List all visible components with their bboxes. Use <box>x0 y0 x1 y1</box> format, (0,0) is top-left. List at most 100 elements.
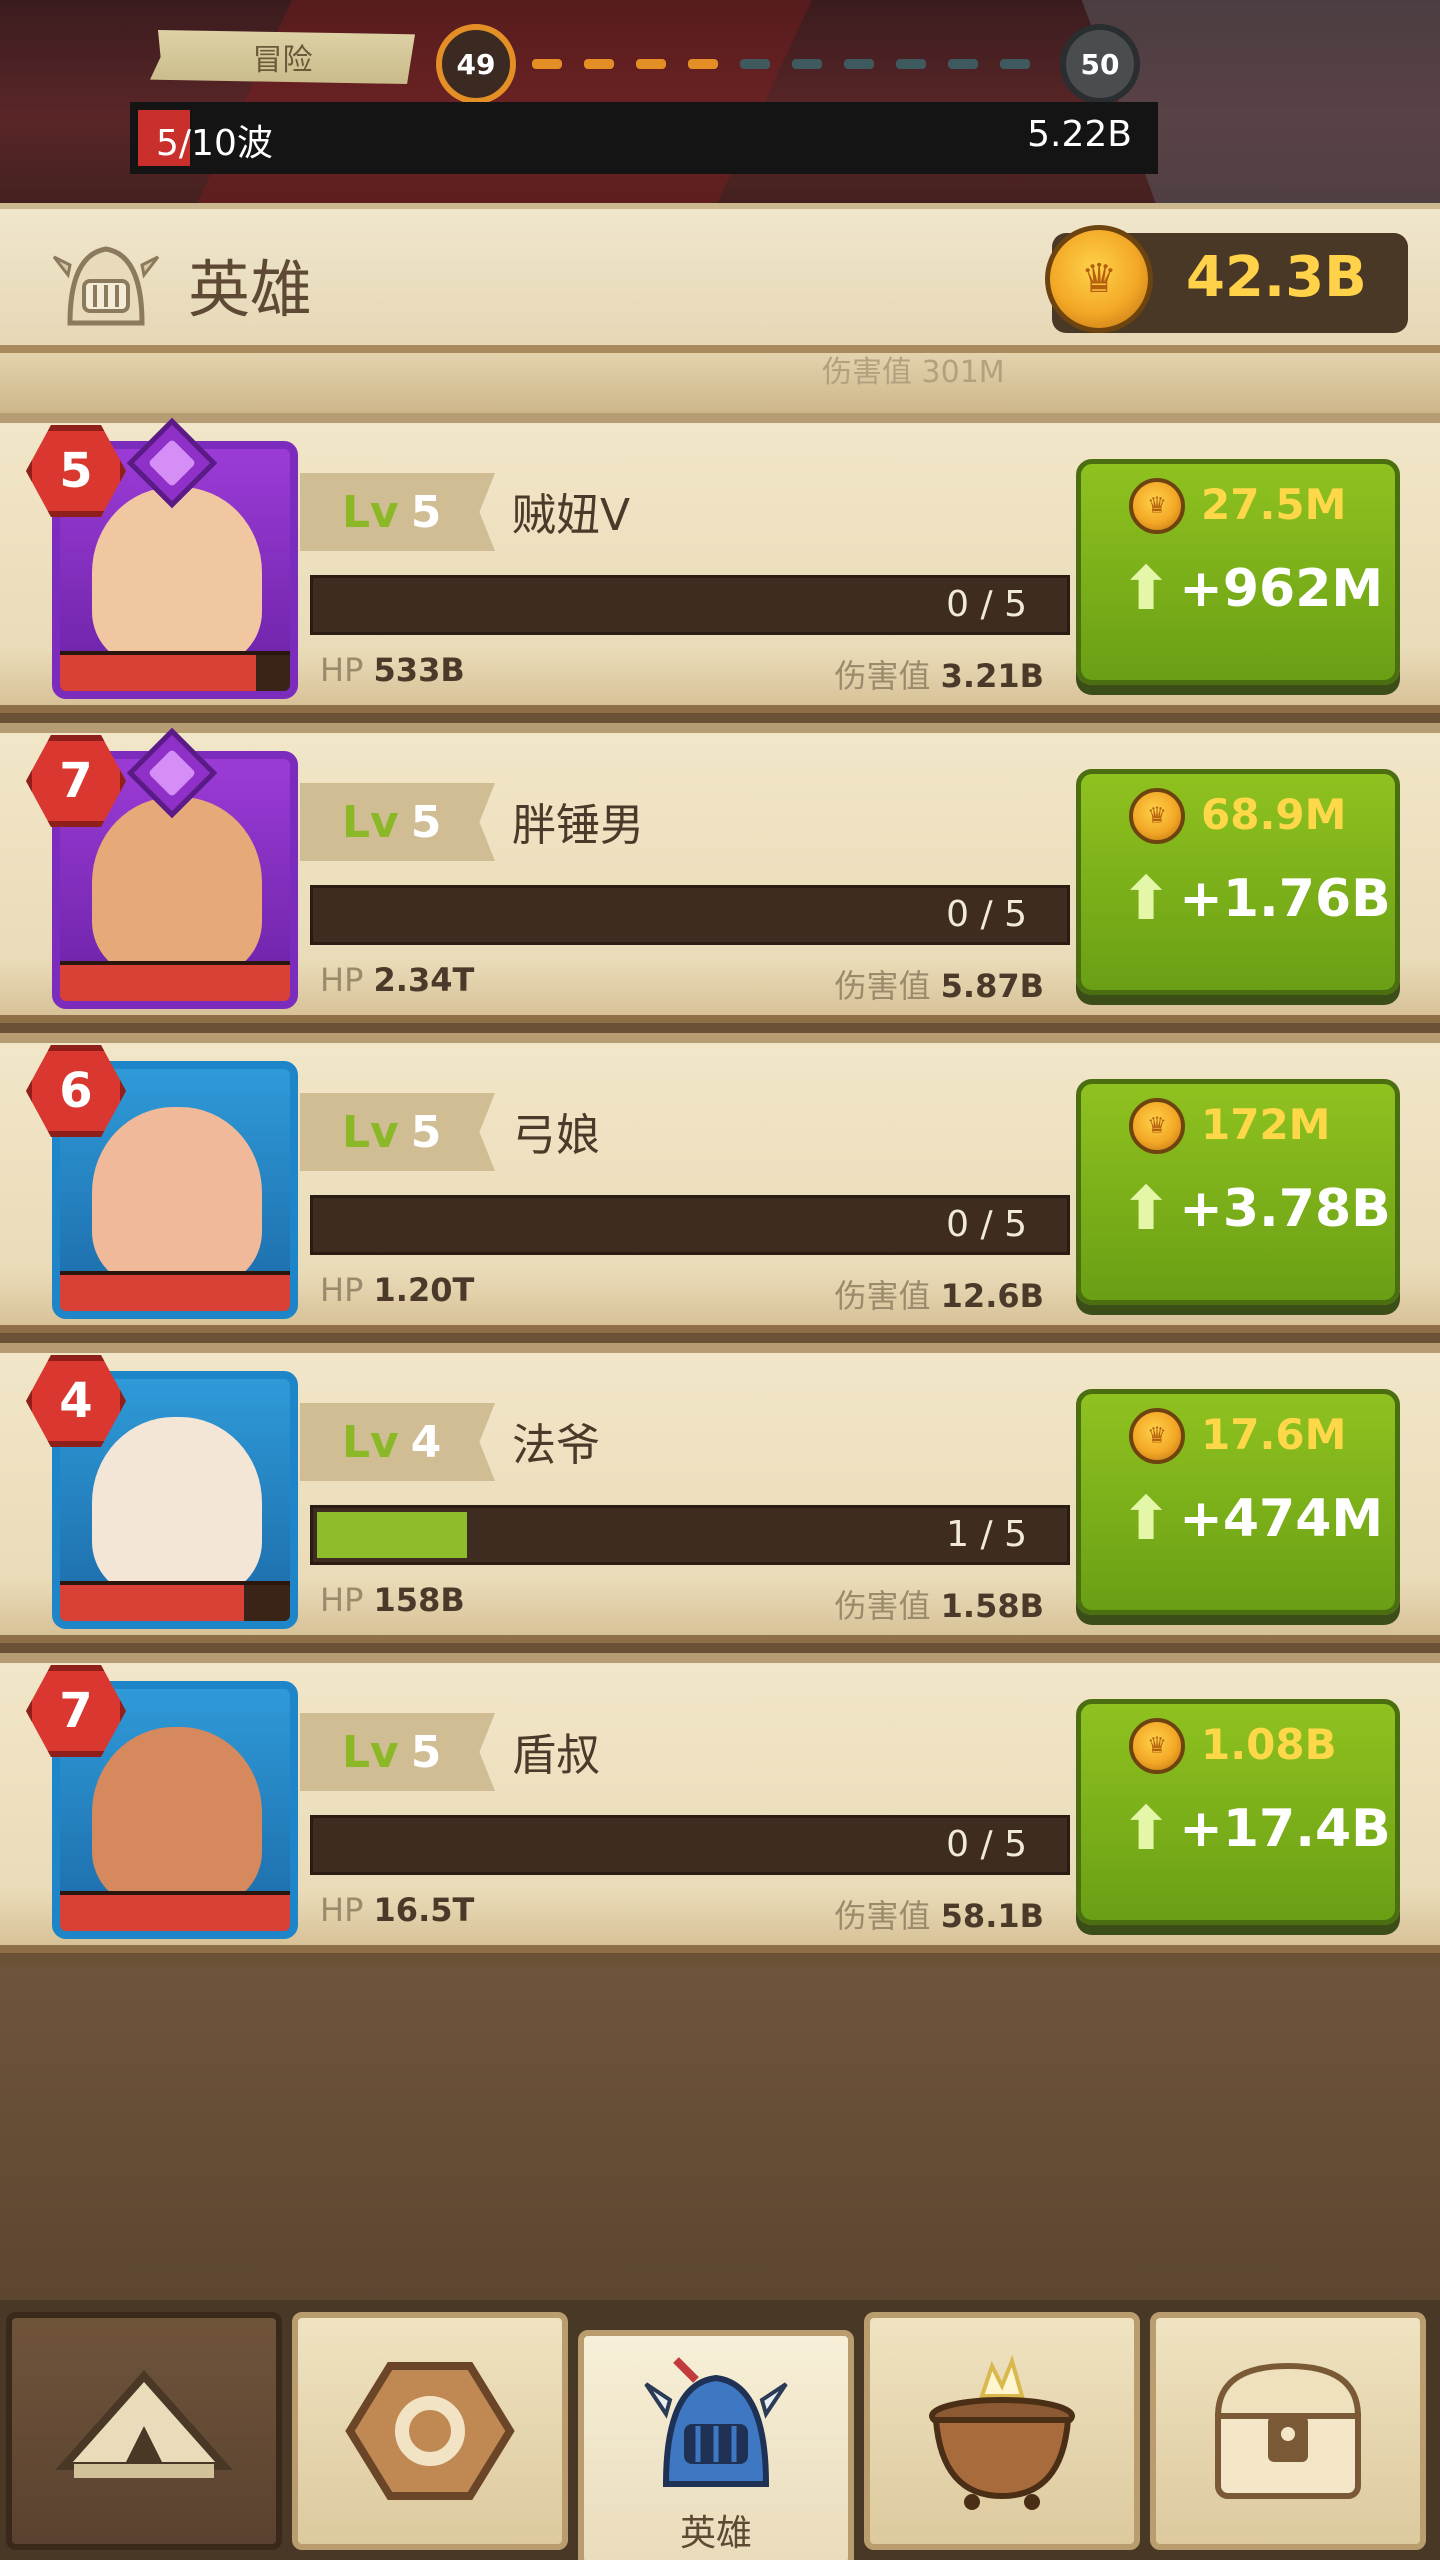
stage-path-dash <box>844 59 874 69</box>
upgrade-button[interactable]: ♛ 27.5M ⬆ +962M <box>1076 459 1400 685</box>
hero-hp-stat: HP 533B <box>320 651 465 689</box>
gold-coin-icon: ♛ <box>1129 478 1185 534</box>
hero-row[interactable]: 7 Lv 5 盾叔 0 / 5 HP 16.5T 伤害值 58.1B ♛ 1.08… <box>0 1653 1440 1953</box>
hero-health-bar <box>60 651 290 691</box>
level-tag: Lv 4 <box>300 1403 495 1481</box>
hero-name: 弓娘 <box>512 1110 600 1161</box>
upgrade-button[interactable]: ♛ 172M ⬆ +3.78B <box>1076 1079 1400 1305</box>
tab-heroes-label: 英雄 <box>679 2513 752 2554</box>
upgrade-gain: ⬆ +17.4B <box>1121 1794 1391 1864</box>
wave-progress-bar: 5/10波 5.22B <box>130 102 1158 174</box>
camp-tent-icon <box>55 2369 233 2478</box>
hero-xp-text: 1 / 5 <box>946 1514 1027 1555</box>
hero-xp-bar: 0 / 5 <box>310 575 1070 635</box>
cauldron-icon <box>929 2354 1075 2510</box>
tab-cauldron[interactable] <box>864 2312 1140 2550</box>
bottom-tab-bar: 英雄 <box>0 2300 1440 2560</box>
hero-xp-text: 0 / 5 <box>946 584 1027 625</box>
hero-xp-bar: 0 / 5 <box>310 885 1070 945</box>
hero-name: 盾叔 <box>512 1730 600 1781</box>
upgrade-cost: 27.5M <box>1201 480 1347 529</box>
hero-xp-bar: 1 / 5 <box>310 1505 1070 1565</box>
gold-coin-icon: ♛ <box>1129 788 1185 844</box>
hero-health-fill <box>60 1585 244 1621</box>
hero-xp-bar: 0 / 5 <box>310 1815 1070 1875</box>
arrow-up-icon: ⬆ <box>1121 1484 1172 1554</box>
hero-health-bar <box>60 1581 290 1621</box>
gold-coin-icon: ♛ <box>1129 1408 1185 1464</box>
hero-face <box>92 487 262 665</box>
hero-face <box>92 1417 262 1595</box>
hero-list[interactable]: 伤害值 301M 5 Lv 5 贼妞V 0 / 5 HP 533B 伤害值 3.… <box>0 353 1440 1963</box>
hero-health-fill <box>60 1275 290 1311</box>
level-tag: Lv 5 <box>300 473 495 551</box>
upgrade-cost: 1.08B <box>1201 1720 1337 1769</box>
hero-xp-text: 0 / 5 <box>946 894 1027 935</box>
tab-heroes[interactable]: 英雄 <box>578 2330 854 2560</box>
hero-row[interactable]: 5 Lv 5 贼妞V 0 / 5 HP 533B 伤害值 3.21B ♛ 27.5… <box>0 413 1440 713</box>
tab-chest[interactable] <box>1150 2312 1426 2550</box>
level-tag: Lv 5 <box>300 783 495 861</box>
upgrade-gain: ⬆ +1.76B <box>1121 864 1391 934</box>
arrow-up-icon: ⬆ <box>1121 864 1172 934</box>
stage-path-dash <box>948 59 978 69</box>
current-stage-node: 49 <box>436 24 516 104</box>
hero-face <box>92 1727 262 1905</box>
adventure-label[interactable]: 冒险 <box>150 30 415 84</box>
hero-row[interactable]: 4 Lv 4 法爷 1 / 5 HP 158B 伤害值 1.58B ♛ 17.6M… <box>0 1343 1440 1643</box>
upgrade-cost: 172M <box>1201 1100 1331 1149</box>
partial-hero-row: 伤害值 301M <box>0 353 1440 413</box>
panel-title: 英雄 <box>188 253 313 326</box>
upgrade-button[interactable]: ♛ 68.9M ⬆ +1.76B <box>1076 769 1400 995</box>
stage-path-dash <box>1000 59 1030 69</box>
hero-row[interactable]: 7 Lv 5 胖锤男 0 / 5 HP 2.34T 伤害值 5.87B ♛ 68.… <box>0 723 1440 1023</box>
knight-helmet-icon <box>644 2357 788 2487</box>
hero-xp-text: 0 / 5 <box>946 1204 1027 1245</box>
upgrade-button[interactable]: ♛ 1.08B ⬆ +17.4B <box>1076 1699 1400 1925</box>
arrow-up-icon: ⬆ <box>1121 554 1172 624</box>
gold-amount: 42.3B <box>1186 245 1367 310</box>
hero-name: 法爷 <box>512 1420 600 1471</box>
gold-coin-icon: ♛ <box>1129 1098 1185 1154</box>
tab-camp[interactable] <box>6 2312 282 2550</box>
hero-xp-fill <box>317 1512 467 1558</box>
tab-runes[interactable] <box>292 2312 568 2550</box>
hero-health-bar <box>60 1271 290 1311</box>
treasure-chest-icon <box>1214 2362 1362 2499</box>
upgrade-gain: ⬆ +3.78B <box>1121 1174 1391 1244</box>
hero-name: 胖锤男 <box>512 800 644 851</box>
arrow-up-icon: ⬆ <box>1121 1174 1172 1244</box>
hero-health-bar <box>60 961 290 1001</box>
upgrade-gain: ⬆ +474M <box>1121 1484 1384 1554</box>
hero-hp-stat: HP 1.20T <box>320 1271 475 1309</box>
stage-path-dash <box>740 59 770 69</box>
level-tag: Lv 5 <box>300 1713 495 1791</box>
hero-row[interactable]: 6 Lv 5 弓娘 0 / 5 HP 1.20T 伤害值 12.6B ♛ 172M… <box>0 1033 1440 1333</box>
hero-hp-stat: HP 158B <box>320 1581 465 1619</box>
gold-coin-icon: ♛ <box>1129 1718 1185 1774</box>
hero-health-bar <box>60 1891 290 1931</box>
heroes-panel-header: 英雄 ♛ 42.3B <box>0 203 1440 353</box>
hero-face <box>92 1107 262 1285</box>
upgrade-cost: 17.6M <box>1201 1410 1347 1459</box>
hero-hp-stat: HP 16.5T <box>320 1891 475 1929</box>
helmet-icon <box>52 246 160 326</box>
next-stage-node: 50 <box>1060 24 1140 104</box>
hero-health-fill <box>60 965 290 1001</box>
stage-path-dash <box>896 59 926 69</box>
level-tag: Lv 5 <box>300 1093 495 1171</box>
hero-health-fill <box>60 1895 290 1931</box>
stage-path-dash <box>636 59 666 69</box>
arrow-up-icon: ⬆ <box>1121 1794 1172 1864</box>
stage-path-dash <box>584 59 614 69</box>
hero-name: 贼妞V <box>512 490 631 541</box>
upgrade-cost: 68.9M <box>1201 790 1347 839</box>
hero-damage-stat: 伤害值 58.1B <box>834 1897 1044 1935</box>
hero-xp-bar: 0 / 5 <box>310 1195 1070 1255</box>
enemy-hp-value: 5.22B <box>1027 114 1132 155</box>
hero-damage-stat: 伤害值 3.21B <box>834 657 1044 695</box>
upgrade-button[interactable]: ♛ 17.6M ⬆ +474M <box>1076 1389 1400 1615</box>
hero-damage-stat: 伤害值 5.87B <box>834 967 1044 1005</box>
gold-coin-icon: ♛ <box>1045 225 1153 333</box>
hero-damage-stat: 伤害值 12.6B <box>834 1277 1044 1315</box>
